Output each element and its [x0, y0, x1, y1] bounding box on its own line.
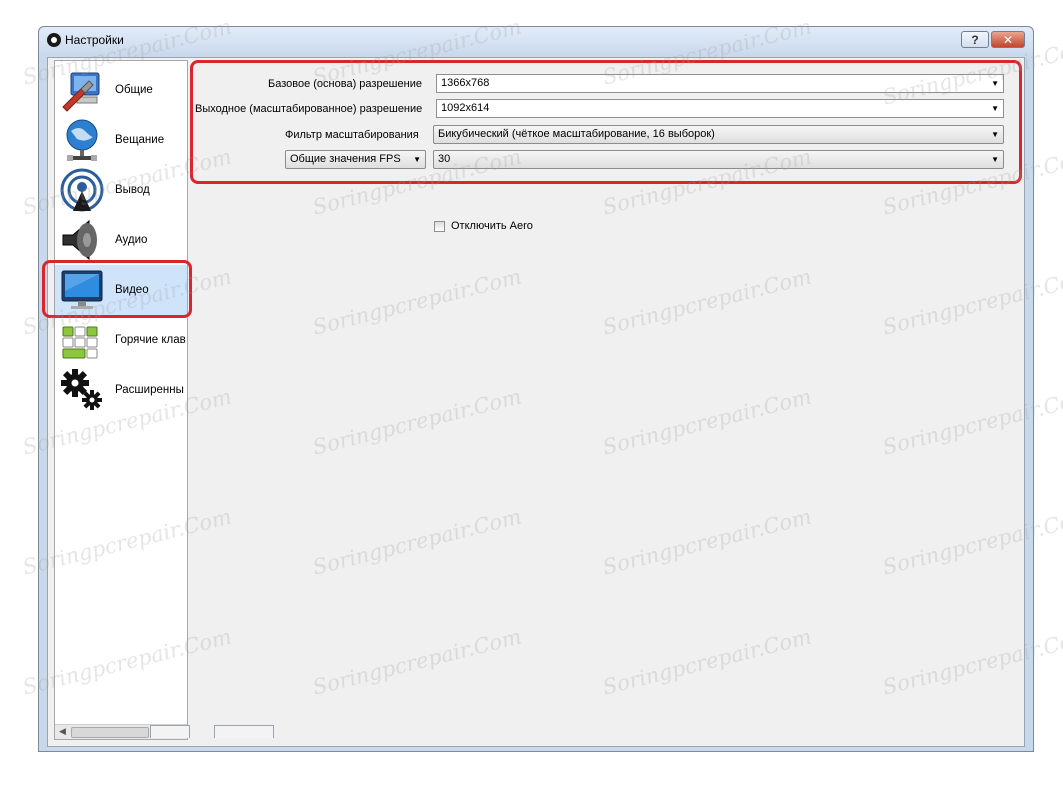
- fps-value: 30: [438, 153, 451, 165]
- sidebar-item-label: Общие: [115, 84, 153, 96]
- window-title: Настройки: [65, 33, 124, 47]
- sidebar-item-hotkeys[interactable]: Горячие клав: [55, 315, 187, 365]
- obs-app-icon: [47, 33, 61, 47]
- bottom-button-fragment: [150, 725, 190, 738]
- fps-value-combo[interactable]: 30 ▼: [433, 150, 1004, 169]
- broadcast-globe-icon: [66, 119, 98, 161]
- gears-icon: [61, 369, 102, 410]
- sidebar-item-advanced[interactable]: Расширенны: [55, 365, 187, 415]
- disable-aero-label[interactable]: Отключить Aero: [451, 220, 533, 232]
- chevron-down-icon: ▼: [991, 130, 999, 139]
- sidebar-item-label: Вещание: [115, 134, 165, 146]
- keyboard-icon: [62, 326, 98, 359]
- chevron-down-icon: ▼: [991, 155, 999, 164]
- chevron-down-icon: ▼: [991, 79, 999, 88]
- fps-type-value: Общие значения FPS: [290, 153, 401, 165]
- scale-filter-label: Фильтр масштабирования: [285, 129, 419, 141]
- base-resolution-combo[interactable]: 1366x768 ▼: [436, 74, 1004, 93]
- sidebar-item-output[interactable]: Вывод: [55, 165, 187, 215]
- speaker-icon: [62, 219, 97, 261]
- settings-window: Настройки ? ✕ Общие Вещание Вывод Аудио …: [38, 26, 1034, 752]
- sidebar-item-label: Расширенны: [115, 384, 184, 396]
- bottom-button-fragment: [214, 725, 274, 738]
- chevron-down-icon: ▼: [413, 155, 421, 164]
- settings-sidebar: Общие Вещание Вывод Аудио Видео Горячие …: [54, 60, 188, 740]
- title-bar: Настройки ? ✕: [39, 27, 1033, 55]
- general-settings-icon: [62, 72, 100, 112]
- disable-aero-checkbox[interactable]: [434, 221, 445, 232]
- sidebar-item-label: Вывод: [115, 184, 150, 196]
- settings-content: Общие Вещание Вывод Аудио Видео Горячие …: [42, 57, 1025, 747]
- sidebar-item-general[interactable]: Общие: [55, 65, 187, 115]
- sidebar-item-video[interactable]: Видео: [55, 265, 187, 315]
- help-button[interactable]: ?: [961, 31, 989, 48]
- sidebar-item-label: Горячие клав: [115, 334, 186, 346]
- base-resolution-label: Базовое (основа) разрешение: [268, 78, 422, 90]
- scale-filter-value: Бикубический (чёткое масштабирование, 16…: [438, 128, 715, 140]
- scrollbar-thumb[interactable]: [71, 727, 149, 738]
- monitor-icon: [61, 270, 103, 309]
- scale-filter-combo[interactable]: Бикубический (чёткое масштабирование, 16…: [433, 125, 1004, 144]
- output-resolution-value: 1092x614: [441, 102, 490, 114]
- sidebar-item-label: Видео: [115, 284, 149, 296]
- base-resolution-value: 1366x768: [441, 77, 490, 89]
- chevron-down-icon: ▼: [991, 104, 999, 113]
- close-button[interactable]: ✕: [991, 31, 1025, 48]
- sidebar-item-broadcast[interactable]: Вещание: [55, 115, 187, 165]
- scroll-left-icon[interactable]: ◀: [59, 726, 66, 737]
- output-resolution-label: Выходное (масштабированное) разрешение: [195, 103, 423, 115]
- sidebar-item-audio[interactable]: Аудио: [55, 215, 187, 265]
- output-signal-icon: [60, 168, 104, 212]
- output-resolution-combo[interactable]: 1092x614 ▼: [436, 99, 1004, 118]
- sidebar-item-label: Аудио: [115, 234, 148, 246]
- fps-type-combo[interactable]: Общие значения FPS ▼: [285, 150, 426, 169]
